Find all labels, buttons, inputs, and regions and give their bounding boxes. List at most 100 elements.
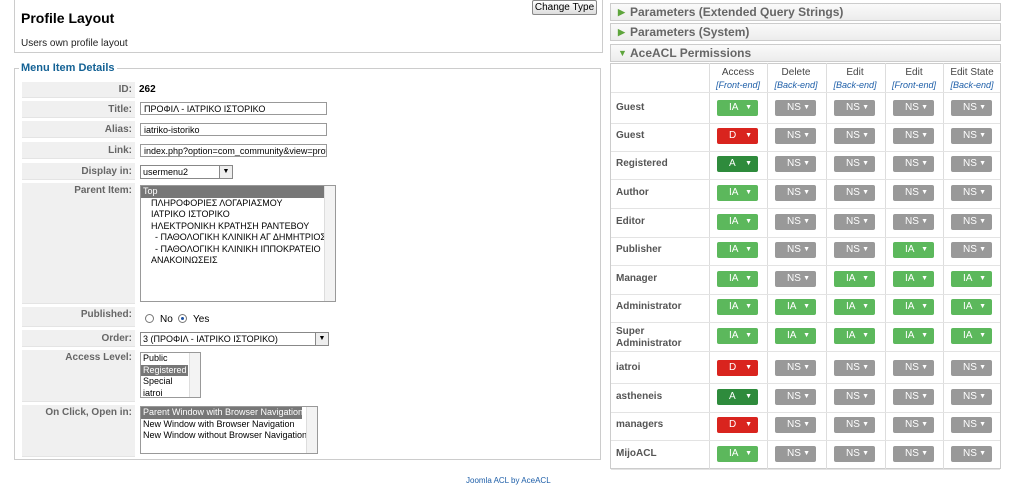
acl-permission-select[interactable]: IA ▼ (893, 328, 934, 344)
acl-permission-select[interactable]: NS ▼ (775, 100, 816, 116)
panel-aceacl[interactable]: ▼ AceACL Permissions (610, 44, 1001, 62)
footer-link[interactable]: Joomla ACL by AceACL (466, 476, 551, 485)
acl-permission-select[interactable]: NS ▼ (893, 156, 934, 172)
parent-option[interactable]: ΑΝΑΚΟΙΝΩΣΕΙΣ (141, 255, 335, 267)
onclick-option[interactable]: New Window with Browser Navigation (141, 419, 317, 431)
onclick-listbox[interactable]: Parent Window with Browser Navigation Ne… (140, 406, 318, 454)
acl-permission-select[interactable]: D ▼ (717, 360, 758, 376)
acl-permission-select[interactable]: NS ▼ (775, 242, 816, 258)
acl-permission-select[interactable]: NS ▼ (775, 389, 816, 405)
access-level-listbox[interactable]: Public Registered Special iatroi (140, 352, 201, 398)
parent-option[interactable]: ΠΛΗΡΟΦΟΡΙΕΣ ΛΟΓΑΡΙΑΣΜΟΥ (141, 198, 335, 210)
parent-scrollbar[interactable] (324, 186, 335, 301)
published-yes-radio[interactable] (178, 314, 187, 323)
alias-input[interactable]: iatriko-istoriko (140, 123, 327, 136)
access-scrollbar[interactable] (189, 353, 200, 397)
acl-permission-select[interactable]: NS ▼ (893, 214, 934, 230)
acl-permission-select[interactable]: NS ▼ (951, 128, 992, 144)
acl-permission-select[interactable]: IA ▼ (717, 214, 758, 230)
acl-permission-select[interactable]: NS ▼ (834, 417, 875, 433)
acl-permission-select[interactable]: IA ▼ (775, 328, 816, 344)
acl-permission-select[interactable]: NS ▼ (834, 156, 875, 172)
acl-permission-select[interactable]: NS ▼ (893, 128, 934, 144)
acl-permission-select[interactable]: NS ▼ (893, 417, 934, 433)
acl-permission-select[interactable]: NS ▼ (775, 185, 816, 201)
acl-permission-select[interactable]: NS ▼ (775, 128, 816, 144)
acl-permission-select[interactable]: NS ▼ (951, 100, 992, 116)
acl-permission-select[interactable]: D ▼ (717, 128, 758, 144)
acl-permission-select[interactable]: D ▼ (717, 417, 758, 433)
acl-permission-select[interactable]: NS ▼ (834, 360, 875, 376)
link-input[interactable]: index.php?option=com_community&view=prof… (140, 144, 327, 157)
acl-permission-select[interactable]: NS ▼ (834, 100, 875, 116)
acl-permission-select[interactable]: NS ▼ (951, 389, 992, 405)
acl-permission-select[interactable]: NS ▼ (834, 128, 875, 144)
acl-permission-select[interactable]: NS ▼ (834, 214, 875, 230)
acl-column-name: Edit (905, 67, 923, 78)
acl-permission-select[interactable]: NS ▼ (775, 271, 816, 287)
acl-permission-select[interactable]: NS ▼ (893, 100, 934, 116)
order-select[interactable]: 3 (ΠΡΟΦΙΛ - ΙΑΤΡΙΚΟ ΙΣΤΟΡΙΚΟ) ▼ (140, 332, 329, 346)
acl-permission-select[interactable]: NS ▼ (951, 156, 992, 172)
acl-permission-select[interactable]: IA ▼ (893, 271, 934, 287)
acl-permission-select[interactable]: IA ▼ (893, 242, 934, 258)
acl-permission-select[interactable]: IA ▼ (717, 242, 758, 258)
acl-permission-select[interactable]: NS ▼ (775, 360, 816, 376)
acl-permission-select[interactable]: IA ▼ (951, 299, 992, 315)
acl-permission-select[interactable]: NS ▼ (775, 417, 816, 433)
acl-permission-select[interactable]: NS ▼ (951, 360, 992, 376)
acl-permission-select[interactable]: NS ▼ (951, 214, 992, 230)
acl-permission-select[interactable]: NS ▼ (893, 446, 934, 462)
acl-permission-select[interactable]: NS ▼ (951, 242, 992, 258)
acl-permission-select[interactable]: NS ▼ (893, 389, 934, 405)
acl-permission-select[interactable]: A ▼ (717, 156, 758, 172)
caret-down-icon: ▼ (862, 332, 869, 339)
onclick-scrollbar[interactable] (306, 407, 317, 453)
acl-permission-select[interactable]: NS ▼ (834, 446, 875, 462)
display-select[interactable]: usermenu2 ▼ (140, 165, 233, 179)
acl-permission-select[interactable]: NS ▼ (775, 214, 816, 230)
title-input[interactable]: ΠΡΟΦΙΛ - ΙΑΤΡΙΚΟ ΙΣΤΟΡΙΚΟ (140, 102, 327, 115)
acl-permission-select[interactable]: NS ▼ (775, 156, 816, 172)
acl-permission-select[interactable]: IA ▼ (834, 299, 875, 315)
acl-permission-select[interactable]: NS ▼ (893, 360, 934, 376)
acl-permission-select[interactable]: NS ▼ (834, 389, 875, 405)
acl-permission-select[interactable]: NS ▼ (951, 446, 992, 462)
acl-permission-select[interactable]: NS ▼ (775, 446, 816, 462)
acl-permission-select[interactable]: IA ▼ (717, 100, 758, 116)
onclick-option[interactable]: Parent Window with Browser Navigation (141, 407, 303, 419)
caret-down-icon: ▼ (745, 421, 752, 428)
parent-option[interactable]: Top (141, 186, 335, 198)
parent-option[interactable]: ΗΛΕΚΤΡΟΝΙΚΗ ΚΡΑΤΗΣΗ ΡΑΝΤΕΒΟΥ (141, 221, 335, 233)
acl-permission-select[interactable]: IA ▼ (893, 299, 934, 315)
panel-system-params[interactable]: ▶ Parameters (System) (610, 23, 1001, 41)
acl-permission-select[interactable]: IA ▼ (834, 271, 875, 287)
acl-permission-select[interactable]: IA ▼ (717, 328, 758, 344)
acl-permission-select[interactable]: NS ▼ (834, 185, 875, 201)
parent-option[interactable]: ΙΑΤΡΙΚΟ ΙΣΤΟΡΙΚΟ (141, 209, 335, 221)
acl-permission-select[interactable]: IA ▼ (951, 271, 992, 287)
acl-permission-select[interactable]: IA ▼ (717, 299, 758, 315)
acl-permission-select[interactable]: NS ▼ (951, 417, 992, 433)
parent-item-listbox[interactable]: Top ΠΛΗΡΟΦΟΡΙΕΣ ΛΟΓΑΡΙΑΣΜΟΥ ΙΑΤΡΙΚΟ ΙΣΤΟ… (140, 185, 336, 302)
acl-permission-select[interactable]: NS ▼ (834, 242, 875, 258)
access-option[interactable]: Registered (141, 364, 188, 376)
parent-option[interactable]: - ΠΑΘΟΛΟΓΙΚΗ ΚΛΙΝΙΚΗ ΑΓ ΔΗΜΗΤΡΙΟΣ (141, 232, 335, 244)
parent-option[interactable]: - ΠΑΘΟΛΟΓΙΚΗ ΚΛΙΝΙΚΗ ΙΠΠΟΚΡΑΤΕΙΟ (141, 244, 335, 256)
onclick-option[interactable]: New Window without Browser Navigation (141, 430, 317, 442)
acl-permission-select[interactable]: IA ▼ (717, 271, 758, 287)
acl-permission-value: D (729, 130, 737, 141)
acl-permission-select[interactable]: NS ▼ (893, 185, 934, 201)
acl-permission-select[interactable]: IA ▼ (775, 299, 816, 315)
published-no-radio[interactable] (145, 314, 154, 323)
acl-permission-select[interactable]: A ▼ (717, 389, 758, 405)
panel-extended-params[interactable]: ▶ Parameters (Extended Query Strings) (610, 3, 1001, 21)
acl-row-divider (611, 439, 1000, 441)
acl-permission-select[interactable]: IA ▼ (717, 446, 758, 462)
change-type-button[interactable]: Change Type (532, 0, 597, 15)
acl-permission-select[interactable]: IA ▼ (834, 328, 875, 344)
acl-permission-select[interactable]: IA ▼ (951, 328, 992, 344)
acl-permission-select[interactable]: NS ▼ (951, 185, 992, 201)
acl-permission-select[interactable]: IA ▼ (717, 185, 758, 201)
acl-permission-value: D (729, 362, 737, 373)
